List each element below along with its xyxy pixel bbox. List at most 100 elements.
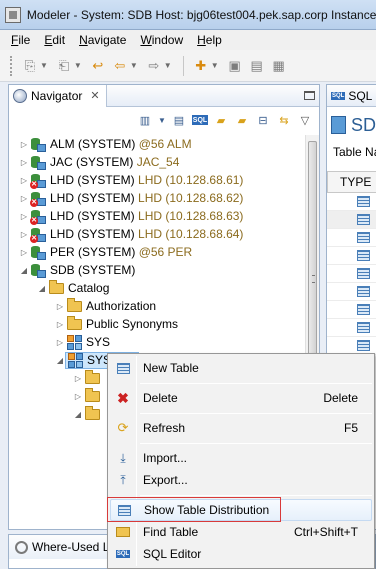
dropdown-arrow-icon[interactable]: ▼	[40, 61, 48, 70]
table-row[interactable]	[327, 319, 376, 337]
expand-icon[interactable]: ▷	[19, 140, 29, 149]
expand-icon[interactable]: ▷	[19, 176, 29, 185]
tree-folder-row[interactable]: ◢	[73, 405, 104, 423]
tree-system-row[interactable]: ▷ ✕ LHD (SYSTEM) LHD (10.128.68.64)	[19, 225, 243, 243]
menu-navigate[interactable]: Navigate	[72, 33, 133, 47]
tree-system-row[interactable]: ▷ JAC (SYSTEM) JAC_54	[19, 153, 179, 171]
dropdown-arrow-icon[interactable]: ▼	[74, 61, 82, 70]
table-row[interactable]	[327, 229, 376, 247]
dropdown-arrow-icon[interactable]: ▼	[164, 61, 172, 70]
menu-item-delete[interactable]: ✖ Delete Delete	[110, 387, 372, 409]
where-used-icon	[15, 540, 28, 554]
open-icon[interactable]: ⎗	[55, 57, 73, 75]
tab-sql-editor[interactable]: SQL SQL E	[327, 85, 376, 107]
menu-help[interactable]: Help	[190, 33, 229, 47]
dropdown-arrow-icon[interactable]: ▼	[211, 61, 219, 70]
tree-schema-row[interactable]: ▷ SYS	[55, 333, 110, 351]
menu-file[interactable]: File	[4, 33, 37, 47]
folder-label: Authorization	[86, 299, 157, 313]
menu-item-import[interactable]: ⤓ Import...	[110, 447, 372, 469]
system-icon	[31, 137, 46, 152]
menu-item-export[interactable]: ⤒ Export...	[110, 469, 372, 491]
system-host: LHD (10.128.68.62)	[138, 191, 244, 205]
table-row[interactable]	[327, 283, 376, 301]
tree-system-row[interactable]: ▷ PER (SYSTEM) @56 PER	[19, 243, 192, 261]
table-icon	[357, 214, 370, 225]
system-error-icon: ✕	[30, 209, 46, 225]
tree-system-row[interactable]: ▷ ✕ LHD (SYSTEM) LHD (10.128.68.62)	[19, 189, 243, 207]
table-row[interactable]	[327, 265, 376, 283]
menu-item-new-table[interactable]: New Table	[110, 357, 372, 379]
expand-icon[interactable]: ▷	[19, 212, 29, 221]
table-row[interactable]	[327, 193, 376, 211]
menu-item-find-table[interactable]: Find Table Ctrl+Shift+T	[110, 521, 372, 543]
tree-catalog-row[interactable]: ◢ Catalog	[37, 279, 109, 297]
expand-icon[interactable]: ▷	[73, 374, 83, 383]
view-menu-icon[interactable]: ▽	[297, 112, 313, 128]
menu-item-label: Delete	[143, 391, 178, 405]
tree-system-row[interactable]: ◢ SDB (SYSTEM)	[19, 261, 135, 279]
table-row[interactable]	[327, 211, 376, 229]
menu-item-label: New Table	[143, 361, 199, 375]
tree-folder-row[interactable]: ▷	[73, 387, 104, 405]
collapse-icon[interactable]: ◢	[19, 266, 29, 275]
dropdown-arrow-icon[interactable]: ▼	[158, 112, 166, 128]
expand-icon[interactable]: ▷	[55, 338, 65, 347]
forward-arrow-icon[interactable]: ⇨	[145, 57, 163, 75]
table-name-label: Table Na	[333, 145, 376, 159]
back-history-icon[interactable]: ↩	[89, 57, 107, 75]
expand-icon[interactable]: ▷	[55, 320, 65, 329]
system-error-icon: ✕	[30, 173, 46, 189]
back-arrow-icon[interactable]: ⇦	[111, 57, 129, 75]
expand-icon[interactable]: ▷	[19, 158, 29, 167]
collapse-icon[interactable]: ◢	[55, 356, 65, 365]
tree-folder-row[interactable]: ▷ Authorization	[55, 297, 156, 315]
new-wizard-icon[interactable]: ⎘	[21, 57, 39, 75]
folder-icon[interactable]: ▰	[234, 112, 250, 128]
export-icon: ⤒	[120, 472, 126, 487]
system-host: LHD (10.128.68.61)	[138, 173, 244, 187]
column-header-type[interactable]: TYPE	[327, 171, 376, 193]
expand-icon[interactable]: ▷	[19, 230, 29, 239]
collapse-icon[interactable]: ◢	[37, 284, 47, 293]
menu-edit[interactable]: Edit	[37, 33, 72, 47]
dropdown-arrow-icon[interactable]: ▼	[130, 61, 138, 70]
menu-window[interactable]: Window	[133, 33, 190, 47]
delete-icon: ✖	[117, 389, 129, 406]
menu-item-accelerator: Delete	[323, 391, 358, 405]
toolbar-grip[interactable]	[10, 55, 13, 76]
context-menu: New Table ✖ Delete Delete ⟳ Refresh F5 ⤓…	[107, 353, 375, 569]
expand-icon[interactable]: ▷	[55, 302, 65, 311]
tree-folder-row[interactable]: ▷	[73, 369, 104, 387]
link-with-editor-icon[interactable]: ⇆	[276, 112, 292, 128]
new-file-icon[interactable]: ✚	[192, 57, 210, 75]
menu-item-sql-editor[interactable]: SQL SQL Editor	[110, 543, 372, 565]
save-all-icon[interactable]: ▤	[248, 57, 266, 75]
folder-label: Public Synonyms	[86, 317, 179, 331]
collapse-all-icon[interactable]: ⊟	[255, 112, 271, 128]
close-icon[interactable]: ✕	[90, 89, 99, 102]
navigator-icon	[13, 88, 27, 103]
print-icon[interactable]: ▦	[270, 57, 288, 75]
expand-icon[interactable]: ▷	[73, 392, 83, 401]
expand-icon[interactable]: ▷	[19, 248, 29, 257]
tree-system-row[interactable]: ▷ ALM (SYSTEM) @56 ALM	[19, 135, 192, 153]
filter-icon[interactable]: ▥	[137, 112, 153, 128]
open-folder-icon[interactable]: ▰	[213, 112, 229, 128]
tab-navigator[interactable]: Navigator ✕	[9, 84, 107, 107]
tab-where-used[interactable]: Where-Used L	[9, 535, 119, 559]
tree-system-row[interactable]: ▷ ✕ LHD (SYSTEM) LHD (10.128.68.63)	[19, 207, 243, 225]
menu-item-refresh[interactable]: ⟳ Refresh F5	[110, 417, 372, 439]
sql-console-icon[interactable]: SQL	[192, 115, 208, 125]
tree-folder-row[interactable]: ▷ Public Synonyms	[55, 315, 178, 333]
maximize-icon[interactable]	[304, 91, 315, 100]
collapse-icon[interactable]: ◢	[73, 410, 83, 419]
save-icon[interactable]: ▣	[226, 57, 244, 75]
tree-system-row[interactable]: ▷ ✕ LHD (SYSTEM) LHD (10.128.68.61)	[19, 171, 243, 189]
refresh-icon: ⟳	[117, 420, 129, 435]
expand-icon[interactable]: ▷	[19, 194, 29, 203]
table-row[interactable]	[327, 247, 376, 265]
table-grid-icon[interactable]: ▤	[171, 112, 187, 128]
table-row[interactable]	[327, 301, 376, 319]
folder-icon	[67, 297, 82, 312]
